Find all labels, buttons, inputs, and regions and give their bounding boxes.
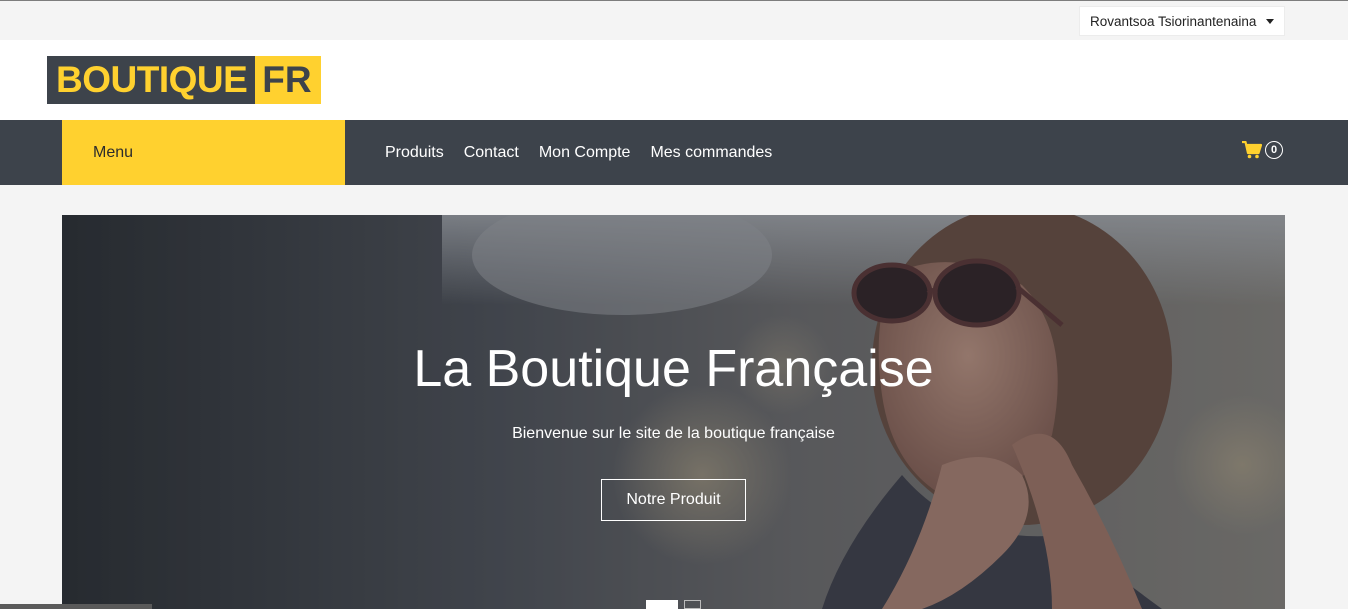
shopping-cart-icon: [1242, 141, 1262, 159]
hero-carousel: La Boutique Française Bienvenue sur le s…: [62, 215, 1285, 609]
caret-down-icon: [1266, 19, 1274, 24]
notre-produit-button[interactable]: Notre Produit: [601, 479, 746, 521]
user-name: Rovantsoa Tsiorinantenaina: [1090, 13, 1257, 29]
carousel-indicator-active[interactable]: [646, 600, 678, 609]
cart-count-badge: 0: [1265, 141, 1283, 159]
menu-label: Menu: [93, 143, 134, 161]
nav-link-contact[interactable]: Contact: [464, 144, 519, 162]
hero-title: La Boutique Française: [413, 340, 934, 398]
logo-part-fr: FR: [255, 56, 321, 104]
carousel-indicator[interactable]: [684, 600, 701, 609]
top-bar: Rovantsoa Tsiorinantenaina: [0, 1, 1348, 40]
nav-links: Produits Contact Mon Compte Mes commande…: [385, 120, 792, 185]
user-account-dropdown[interactable]: Rovantsoa Tsiorinantenaina: [1079, 6, 1285, 36]
hero-subtitle: Bienvenue sur le site de la boutique fra…: [512, 425, 835, 442]
main-navbar: Menu Produits Contact Mon Compte Mes com…: [0, 120, 1348, 185]
nav-link-mes-commandes[interactable]: Mes commandes: [650, 144, 772, 162]
site-logo[interactable]: BOUTIQUE FR: [47, 56, 321, 104]
site-header: BOUTIQUE FR: [0, 40, 1348, 120]
menu-toggle[interactable]: Menu: [62, 120, 345, 185]
nav-link-produits[interactable]: Produits: [385, 144, 444, 162]
cart-button[interactable]: 0: [1242, 141, 1283, 159]
bottom-scroll-shadow: [0, 604, 152, 609]
logo-part-boutique: BOUTIQUE: [47, 56, 256, 104]
hero-background-image: [62, 215, 1285, 609]
nav-link-mon-compte[interactable]: Mon Compte: [539, 144, 631, 162]
